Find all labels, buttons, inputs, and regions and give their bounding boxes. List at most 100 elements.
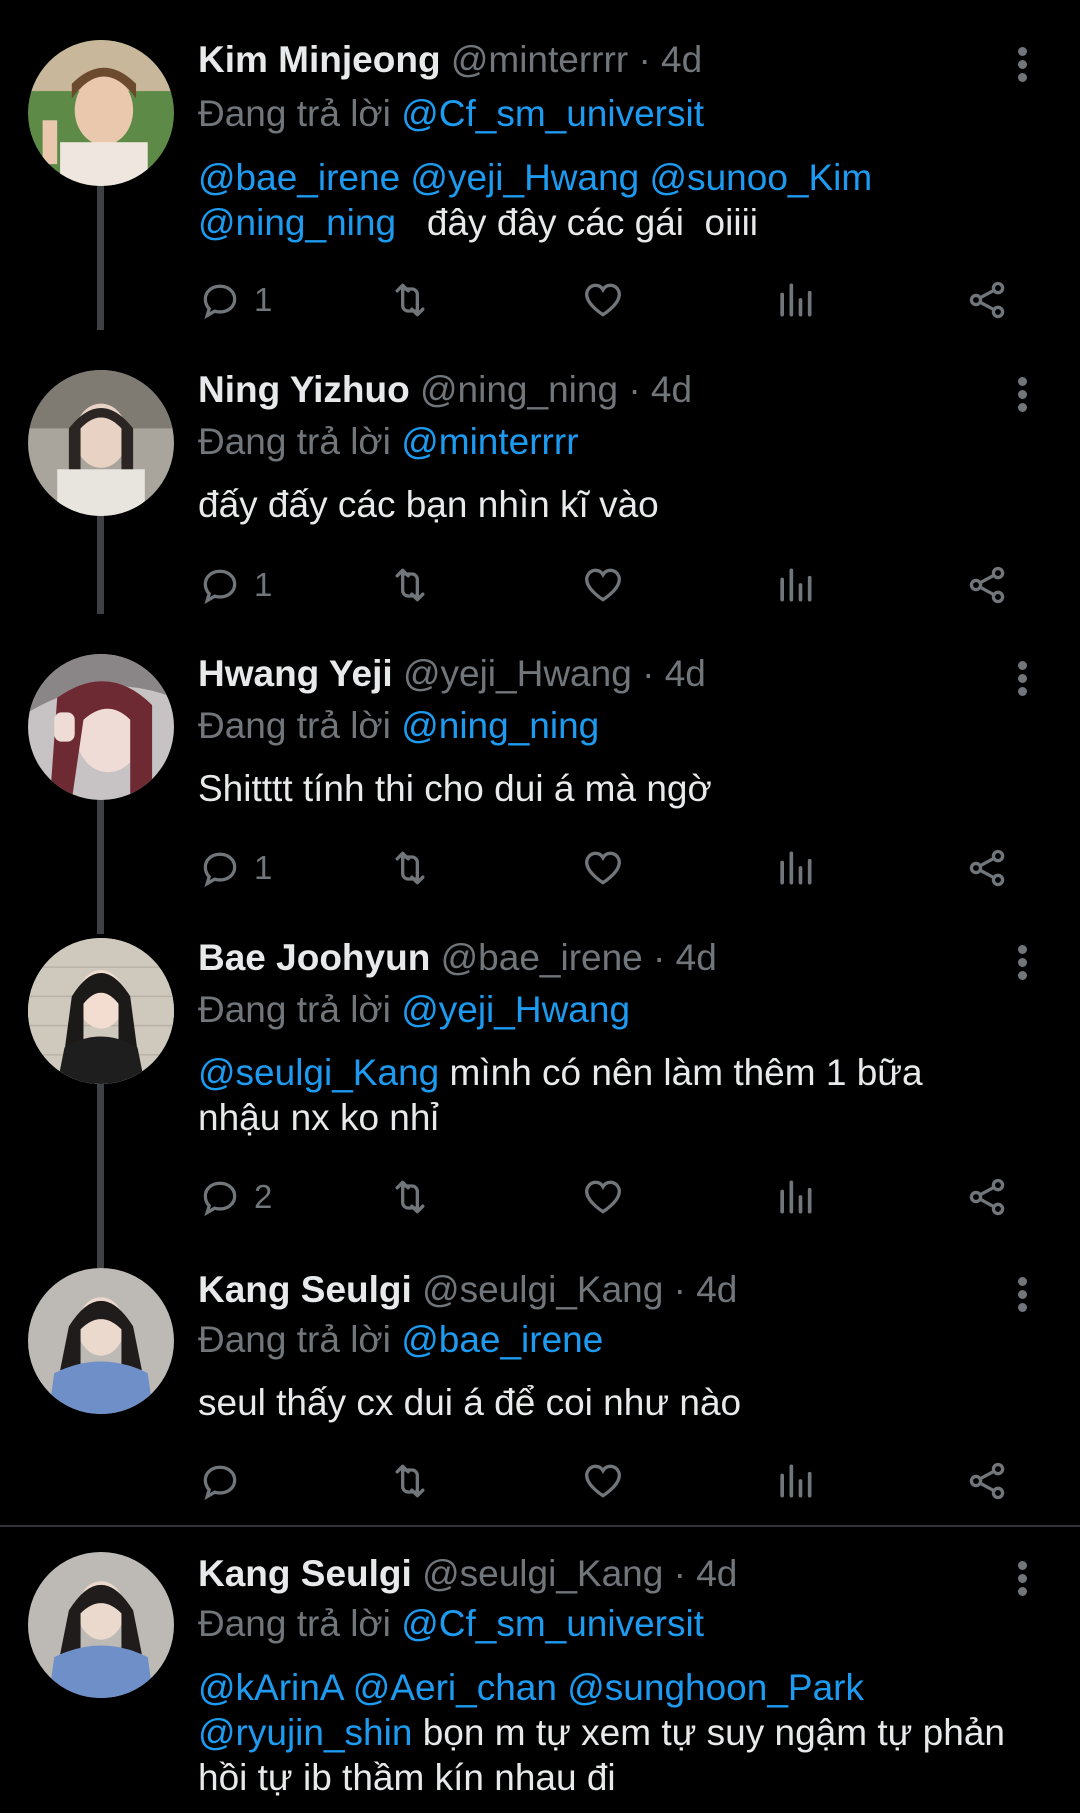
mention-link[interactable]: @seulgi_Kang bbox=[198, 1052, 439, 1093]
author-name[interactable]: Hwang Yeji bbox=[198, 653, 393, 694]
author-handle[interactable]: @bae_irene bbox=[441, 937, 643, 978]
reply-icon bbox=[203, 569, 237, 605]
share-button[interactable] bbox=[965, 560, 1009, 610]
reply-button[interactable] bbox=[198, 1456, 254, 1506]
replying-prefix: Đang trả lời bbox=[198, 705, 391, 746]
views-button[interactable] bbox=[773, 1456, 817, 1506]
timestamp[interactable]: 4d bbox=[676, 937, 717, 978]
more-options-icon[interactable] bbox=[1010, 1274, 1034, 1318]
heart-icon bbox=[585, 1180, 621, 1214]
analytics-icon bbox=[780, 1464, 812, 1498]
replying-prefix: Đang trả lời bbox=[198, 1319, 391, 1360]
author-name[interactable]: Kang Seulgi bbox=[198, 1553, 412, 1594]
replying-prefix: Đang trả lời bbox=[198, 93, 391, 134]
tweet-body-text: đấy đấy các bạn nhìn kĩ vào bbox=[198, 484, 659, 525]
analytics-icon bbox=[780, 283, 812, 317]
like-button[interactable] bbox=[581, 275, 625, 325]
retweet-button[interactable] bbox=[388, 1456, 432, 1506]
author-name[interactable]: Kang Seulgi bbox=[198, 1269, 412, 1310]
reply-target-link[interactable]: @ning_ning bbox=[401, 705, 599, 746]
reply-button[interactable]: 1 bbox=[198, 275, 272, 325]
mention-link[interactable]: @ryujin_shin bbox=[198, 1712, 412, 1753]
like-button[interactable] bbox=[581, 1172, 625, 1222]
tweet-body-text: đây đây các gái oiiii bbox=[396, 202, 759, 243]
author-handle[interactable]: @minterrrr bbox=[451, 39, 628, 80]
reply-target-link[interactable]: @Cf_sm_universit bbox=[401, 93, 704, 134]
views-button[interactable] bbox=[773, 275, 817, 325]
author-name[interactable]: Ning Yizhuo bbox=[198, 369, 410, 410]
reply-target-link[interactable]: @bae_irene bbox=[401, 1319, 603, 1360]
thread-line bbox=[97, 1082, 104, 1268]
tweet-actions: 1 bbox=[198, 843, 1018, 893]
mention-links[interactable]: @bae_irene @yeji_Hwang @sunoo_Kim bbox=[198, 157, 872, 198]
avatar[interactable] bbox=[28, 1268, 174, 1414]
share-button[interactable] bbox=[965, 843, 1009, 893]
reply-button[interactable]: 2 bbox=[198, 1172, 272, 1222]
reply-target-link[interactable]: @minterrrr bbox=[401, 421, 578, 462]
reply-icon bbox=[203, 852, 237, 888]
separator-dot: · bbox=[638, 39, 651, 80]
author-handle[interactable]: @yeji_Hwang bbox=[403, 653, 632, 694]
more-options-icon[interactable] bbox=[1010, 44, 1034, 88]
retweet-button[interactable] bbox=[388, 560, 432, 610]
timestamp[interactable]: 4d bbox=[661, 39, 702, 80]
reply-icon bbox=[203, 1181, 237, 1217]
author-name[interactable]: Kim Minjeong bbox=[198, 39, 441, 80]
avatar[interactable] bbox=[28, 370, 174, 516]
more-options-icon[interactable] bbox=[1010, 942, 1034, 986]
mention-links[interactable]: @kArinA @Aeri_chan @sunghoon_Park bbox=[198, 1667, 864, 1708]
author-handle[interactable]: @seulgi_Kang bbox=[422, 1553, 663, 1594]
analytics-icon bbox=[780, 851, 812, 885]
replying-to: Đang trả lời @yeji_Hwang bbox=[198, 988, 630, 1032]
mention-link[interactable]: @ning_ning bbox=[198, 202, 396, 243]
avatar[interactable] bbox=[28, 938, 174, 1084]
separator-dot: · bbox=[673, 1269, 686, 1310]
share-icon bbox=[969, 1462, 1005, 1500]
retweet-icon bbox=[395, 283, 425, 317]
tweet-actions: 2 bbox=[198, 1172, 1018, 1222]
tweet-text: seul thấy cx dui á để coi như nào bbox=[198, 1380, 1058, 1425]
more-options-icon[interactable] bbox=[1010, 374, 1034, 418]
reply-button[interactable]: 1 bbox=[198, 843, 272, 893]
heart-icon bbox=[585, 568, 621, 602]
like-button[interactable] bbox=[581, 1456, 625, 1506]
replying-prefix: Đang trả lời bbox=[198, 1603, 391, 1644]
tweet-actions: 1 bbox=[198, 560, 1018, 610]
author-handle[interactable]: @ning_ning bbox=[420, 369, 618, 410]
tweet-body-text: mình có nên làm thêm 1 bữa bbox=[439, 1052, 923, 1093]
share-button[interactable] bbox=[965, 1172, 1009, 1222]
reply-count: 2 bbox=[254, 1178, 273, 1215]
views-button[interactable] bbox=[773, 843, 817, 893]
reply-button[interactable]: 1 bbox=[198, 560, 272, 610]
views-button[interactable] bbox=[773, 1172, 817, 1222]
avatar[interactable] bbox=[28, 1552, 174, 1698]
share-icon bbox=[969, 849, 1005, 887]
share-icon bbox=[969, 281, 1005, 319]
author-handle[interactable]: @seulgi_Kang bbox=[422, 1269, 663, 1310]
retweet-button[interactable] bbox=[388, 275, 432, 325]
like-button[interactable] bbox=[581, 560, 625, 610]
timestamp[interactable]: 4d bbox=[696, 1553, 737, 1594]
author-name[interactable]: Bae Joohyun bbox=[198, 937, 430, 978]
timestamp[interactable]: 4d bbox=[696, 1269, 737, 1310]
tweet-text: đấy đấy các bạn nhìn kĩ vào bbox=[198, 482, 1058, 527]
timestamp[interactable]: 4d bbox=[651, 369, 692, 410]
reply-target-link[interactable]: @Cf_sm_universit bbox=[401, 1603, 704, 1644]
avatar[interactable] bbox=[28, 40, 174, 186]
tweet-text: @kArinA @Aeri_chan @sunghoon_Park @ryuji… bbox=[198, 1665, 1058, 1800]
retweet-button[interactable] bbox=[388, 1172, 432, 1222]
views-button[interactable] bbox=[773, 560, 817, 610]
more-options-icon[interactable] bbox=[1010, 1558, 1034, 1602]
reply-count: 1 bbox=[254, 281, 273, 318]
like-button[interactable] bbox=[581, 843, 625, 893]
separator-dot: · bbox=[628, 369, 641, 410]
more-options-icon[interactable] bbox=[1010, 658, 1034, 702]
timestamp[interactable]: 4d bbox=[665, 653, 706, 694]
share-button[interactable] bbox=[965, 275, 1009, 325]
retweet-button[interactable] bbox=[388, 843, 432, 893]
avatar[interactable] bbox=[28, 654, 174, 800]
replying-to: Đang trả lời @bae_irene bbox=[198, 1318, 603, 1362]
analytics-icon bbox=[780, 1180, 812, 1214]
share-button[interactable] bbox=[965, 1456, 1009, 1506]
reply-target-link[interactable]: @yeji_Hwang bbox=[401, 989, 630, 1030]
